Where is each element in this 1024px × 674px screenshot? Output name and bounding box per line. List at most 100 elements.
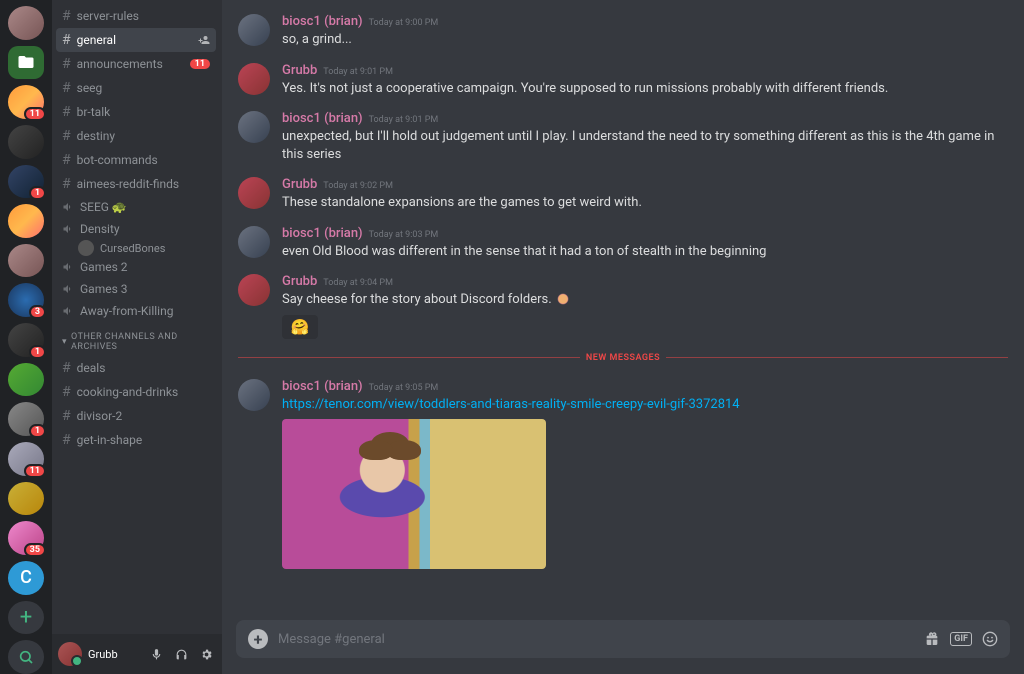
message-timestamp: Today at 9:03 PM [369,230,439,240]
server-11[interactable]: 11 [8,442,44,476]
message-avatar[interactable] [238,63,270,95]
channel-Away-from-Killing[interactable]: Away-from-Killing [56,300,216,322]
server-9[interactable] [8,363,44,397]
channel-label: server-rules [77,9,210,23]
channel-announcements[interactable]: #announcements11 [56,52,216,76]
message-avatar[interactable] [238,379,270,411]
message-text: even Old Blood was different in the sens… [282,243,1008,261]
channel-list: #server-rules#general#announcements11#se… [52,0,222,634]
server-letter[interactable]: C [8,561,44,595]
add-server-button[interactable]: + [8,601,44,635]
message-author[interactable]: Grubb [282,177,317,192]
emoji-inline [555,291,571,307]
emoji-icon[interactable] [982,631,998,647]
server-2[interactable]: 11 [8,85,44,119]
category-header[interactable]: ▾OTHER CHANNELS AND ARCHIVES [56,322,216,356]
message-avatar[interactable] [238,177,270,209]
server-badge: 1 [29,345,46,359]
channel-Games 2[interactable]: Games 2 [56,256,216,278]
channel-label: bot-commands [77,153,210,167]
hash-icon: # [62,384,71,400]
hash-icon: # [62,176,71,192]
gif-button[interactable]: GIF [950,632,972,646]
attach-button[interactable]: + [248,629,268,649]
channel-deals[interactable]: #deals [56,356,216,380]
server-10[interactable]: 1 [8,402,44,436]
hash-icon: # [62,432,71,448]
channel-label: aimees-reddit-finds [77,177,210,191]
hash-icon: # [62,104,71,120]
message-author[interactable]: biosc1 (brian) [282,226,363,241]
server-0[interactable] [8,6,44,40]
server-8[interactable]: 1 [8,323,44,357]
channel-label: Games 2 [80,260,210,274]
server-badge: 1 [29,186,46,200]
headphones-icon[interactable] [172,648,191,661]
voice-user-name: CursedBones [100,242,165,255]
server-5[interactable] [8,204,44,238]
message-author[interactable]: Grubb [282,274,317,289]
message-avatar[interactable] [238,226,270,258]
message-timestamp: Today at 9:01 PM [369,115,439,125]
message-input[interactable]: Message #general [278,632,914,647]
voice-user[interactable]: CursedBones [56,240,216,256]
channel-destiny[interactable]: #destiny [56,124,216,148]
message-timestamp: Today at 9:00 PM [369,18,439,28]
message-text: Yes. It's not just a cooperative campaig… [282,80,1008,98]
hash-icon: # [62,80,71,96]
server-7[interactable]: 3 [8,283,44,317]
message-embed-image[interactable] [282,419,546,569]
server-13[interactable]: 35 [8,521,44,555]
hash-icon: # [62,128,71,144]
speaker-icon [62,305,74,317]
message-text: so, a grind... [282,31,1008,49]
new-messages-label: NEW MESSAGES [580,353,666,363]
message: biosc1 (brian)Today at 9:05 PMhttps://te… [238,365,1008,570]
server-3[interactable] [8,125,44,159]
hash-icon: # [62,32,71,48]
server-1[interactable] [8,46,44,80]
channel-Density[interactable]: Density [56,218,216,240]
server-12[interactable] [8,482,44,516]
channel-server-rules[interactable]: #server-rules [56,4,216,28]
speaker-icon [62,201,74,213]
chevron-down-icon: ▾ [62,337,67,347]
reaction[interactable]: 🤗 [282,315,318,339]
channel-SEEG[interactable]: SEEG 🐢 [56,196,216,218]
channel-label: deals [77,361,210,375]
mic-icon[interactable] [147,648,166,661]
message-avatar[interactable] [238,14,270,46]
channel-aimees-reddit-finds[interactable]: # aimees-reddit-finds [56,172,216,196]
message-author[interactable]: Grubb [282,63,317,78]
user-avatar[interactable] [58,642,82,666]
message: biosc1 (brian) Today at 9:03 PM even Old B… [238,212,1008,261]
message-avatar[interactable] [238,111,270,143]
message-author[interactable]: biosc1 (brian) [282,379,363,394]
channel-seeg[interactable]: #seeg [56,76,216,100]
message-author[interactable]: biosc1 (brian) [282,111,363,126]
channel-divisor-2[interactable]: #divisor-2 [56,404,216,428]
channel-br-talk[interactable]: # br-talk [56,100,216,124]
channel-general[interactable]: #general [56,28,216,52]
server-4[interactable]: 1 [8,165,44,199]
create-invite-icon[interactable] [198,34,210,46]
channel-get-in-shape[interactable]: #get-in-shape [56,428,216,452]
settings-icon[interactable] [197,648,216,661]
channel-label: Away-from-Killing [80,304,210,318]
channel-label: br-talk [77,105,210,119]
message-avatar[interactable] [238,274,270,306]
message-link[interactable]: https://tenor.com/view/toddlers-and-tiar… [282,397,740,412]
explore-icon[interactable] [8,640,44,674]
channel-cooking-and-drinks[interactable]: # cooking-and-drinks [56,380,216,404]
message-text: These standalone expansions are the game… [282,194,1008,212]
server-badge: 3 [29,305,46,319]
channel-Games 3[interactable]: Games 3 [56,278,216,300]
channel-bot-commands[interactable]: #bot-commands [56,148,216,172]
channel-label: announcements [77,57,184,71]
message-author[interactable]: biosc1 (brian) [282,14,363,29]
gift-icon[interactable] [924,631,940,647]
server-6[interactable] [8,244,44,278]
hash-icon: # [62,56,71,72]
message: biosc1 (brian)Today at 9:01 PMunexpected… [238,97,1008,163]
channel-label: cooking-and-drinks [77,385,210,399]
